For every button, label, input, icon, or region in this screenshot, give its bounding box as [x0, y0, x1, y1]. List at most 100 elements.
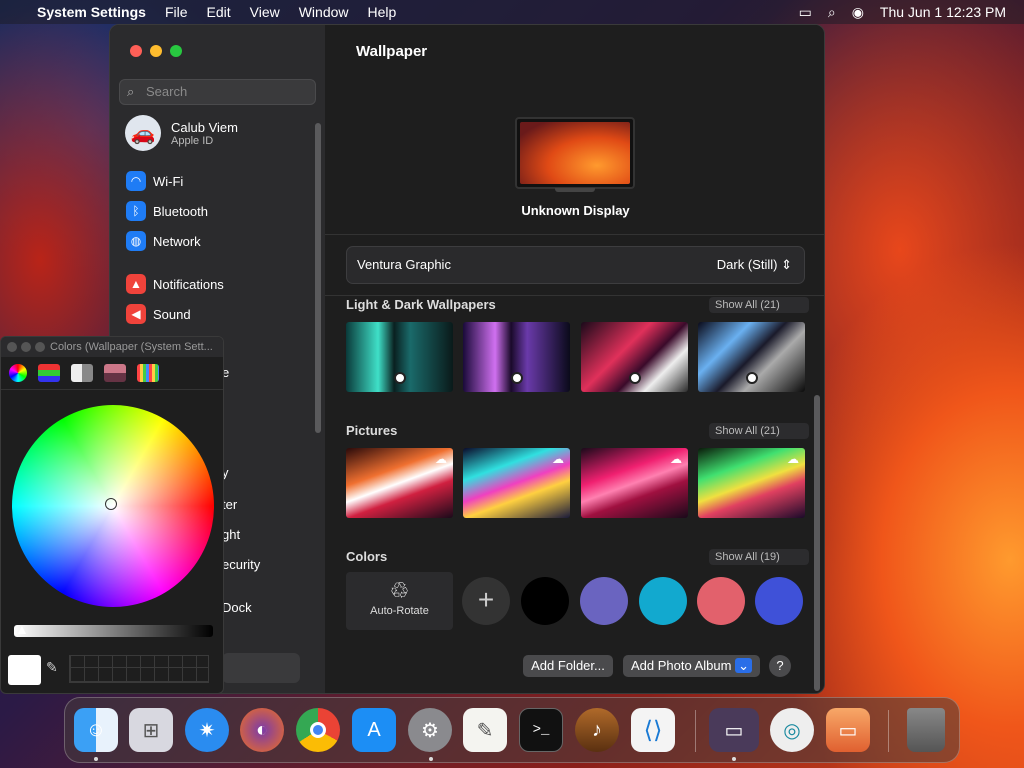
wallpaper-mode: Dark (Still): [716, 257, 778, 272]
color-swatch[interactable]: [639, 577, 687, 625]
eyedropper-icon[interactable]: ✎: [46, 659, 58, 676]
sidebar-item-partial[interactable]: Dock: [222, 600, 252, 615]
screen-mirroring-icon[interactable]: ▭: [799, 4, 812, 21]
dynamic-badge-icon: [629, 372, 641, 384]
garageband-icon[interactable]: ♪: [575, 708, 619, 752]
download-cloud-icon: ☁: [435, 452, 447, 466]
spotlight-search-icon[interactable]: ⌕: [828, 4, 836, 21]
menu-window[interactable]: Window: [299, 4, 349, 20]
sidebar-item-network[interactable]: ◍ Network: [126, 231, 201, 251]
zoom-button[interactable]: [35, 342, 45, 352]
pencils-tab-icon[interactable]: [137, 364, 159, 382]
current-color-well[interactable]: [8, 655, 41, 685]
display-name: Unknown Display: [521, 203, 630, 218]
app-icon[interactable]: ▭: [826, 708, 870, 752]
trash-icon[interactable]: [907, 708, 945, 752]
wallpaper-mode-popup[interactable]: Dark (Still) ⇕: [717, 257, 792, 273]
picture-thumb[interactable]: ☁: [463, 448, 570, 518]
sidebar-item-partial[interactable]: ecurity: [222, 557, 260, 572]
dock-separator: [888, 710, 889, 752]
color-swatch[interactable]: [755, 577, 803, 625]
add-color-button[interactable]: +: [462, 577, 510, 625]
minimize-button[interactable]: [150, 45, 162, 57]
clock[interactable]: Thu Jun 1 12:23 PM: [880, 4, 1006, 20]
chrome-icon[interactable]: [296, 708, 340, 752]
sidebar-item-partial[interactable]: ter: [222, 497, 237, 512]
color-swatch[interactable]: [521, 577, 569, 625]
add-photo-album-label: Add Photo Album: [631, 658, 732, 673]
add-photo-album-button[interactable]: Add Photo Album ⌄: [623, 655, 760, 677]
dock: ☺ ⊞ ✷ ◐ A ⚙ ✎ >_ ♪ ⟨⟩ ▭ ◎ ▭: [64, 697, 960, 763]
sidebar-scrollbar[interactable]: [315, 123, 321, 433]
auto-rotate-label: Auto-Rotate: [370, 605, 429, 617]
auto-rotate-tile[interactable]: ♲ Auto-Rotate: [346, 572, 453, 630]
zoom-button[interactable]: [170, 45, 182, 57]
menu-edit[interactable]: Edit: [207, 4, 231, 20]
menu-help[interactable]: Help: [368, 4, 397, 20]
section-title-pictures: Pictures: [346, 423, 398, 438]
pointer-cursor-icon: ▲: [15, 621, 29, 637]
sliders-tab-icon[interactable]: [38, 364, 60, 382]
close-button[interactable]: [7, 342, 17, 352]
main-scrollbar[interactable]: [814, 395, 820, 691]
image-palettes-tab-icon[interactable]: [104, 364, 126, 382]
wallpaper-thumb[interactable]: [581, 322, 688, 392]
sidebar-item-partial[interactable]: ght: [222, 527, 240, 542]
user-name: Calub Viem: [171, 119, 238, 135]
sidebar-item-label: Network: [153, 233, 201, 249]
add-folder-button[interactable]: Add Folder...: [523, 655, 613, 677]
show-all-light-dark[interactable]: Show All (21): [709, 297, 809, 313]
close-button[interactable]: [130, 45, 142, 57]
color-swatch[interactable]: [697, 577, 745, 625]
search-placeholder: Search: [146, 84, 188, 99]
sidebar-item-sound[interactable]: ◀ Sound: [126, 304, 191, 324]
search-input[interactable]: ⌕ Search: [119, 79, 316, 105]
finder-icon[interactable]: ☺: [74, 708, 118, 752]
color-picker-tabs: [1, 359, 223, 387]
globe-icon: ◍: [126, 231, 146, 251]
picture-thumb[interactable]: ☁: [581, 448, 688, 518]
menu-view[interactable]: View: [250, 4, 280, 20]
sidebar-item-label: Notifications: [153, 276, 224, 292]
apple-id-item[interactable]: 🚗 Calub Viem Apple ID: [125, 115, 238, 151]
vscode-icon[interactable]: ⟨⟩: [631, 708, 675, 752]
app-icon[interactable]: ◎: [770, 708, 814, 752]
wallpaper-selector[interactable]: Ventura Graphic Dark (Still) ⇕: [346, 246, 805, 284]
textedit-icon[interactable]: ✎: [463, 708, 507, 752]
safari-icon[interactable]: ✷: [185, 708, 229, 752]
app-menu[interactable]: System Settings: [37, 4, 146, 20]
sidebar-item-bluetooth[interactable]: ᛒ Bluetooth: [126, 201, 208, 221]
download-cloud-icon: ☁: [670, 452, 682, 466]
wallpaper-thumb[interactable]: [346, 322, 453, 392]
wallpaper-thumb[interactable]: [698, 322, 805, 392]
screen-sharing-icon[interactable]: ▭: [709, 708, 759, 752]
system-settings-icon[interactable]: ⚙: [408, 708, 452, 752]
speaker-icon: ◀: [126, 304, 146, 324]
section-title-colors: Colors: [346, 549, 388, 564]
menu-file[interactable]: File: [165, 4, 188, 20]
color-wheel-tab-icon[interactable]: [9, 364, 27, 382]
help-button[interactable]: ?: [769, 655, 791, 677]
wallpaper-thumb[interactable]: [463, 322, 570, 392]
crosshair-icon[interactable]: [105, 498, 117, 510]
firefox-icon[interactable]: ◐: [240, 708, 284, 752]
wallpaper-name: Ventura Graphic: [357, 257, 451, 272]
minimize-button[interactable]: [21, 342, 31, 352]
monitor-stand: [555, 188, 595, 192]
brightness-slider[interactable]: [14, 625, 213, 637]
app-store-icon[interactable]: A: [352, 708, 396, 752]
terminal-icon[interactable]: >_: [519, 708, 563, 752]
sidebar-item-wifi[interactable]: ◠ Wi-Fi: [126, 171, 183, 191]
display-preview[interactable]: [515, 117, 635, 189]
control-center-icon[interactable]: ◉: [852, 4, 864, 21]
sidebar-item-selected[interactable]: [222, 653, 300, 683]
color-swatch[interactable]: [580, 577, 628, 625]
sidebar-item-notifications[interactable]: ▲ Notifications: [126, 274, 224, 294]
show-all-colors[interactable]: Show All (19): [709, 549, 809, 565]
picture-thumb[interactable]: ☁: [698, 448, 805, 518]
palettes-tab-icon[interactable]: [71, 364, 93, 382]
show-all-pictures[interactable]: Show All (21): [709, 423, 809, 439]
picture-thumb[interactable]: ☁: [346, 448, 453, 518]
saved-colors-grid[interactable]: [69, 655, 209, 683]
launchpad-icon[interactable]: ⊞: [129, 708, 173, 752]
